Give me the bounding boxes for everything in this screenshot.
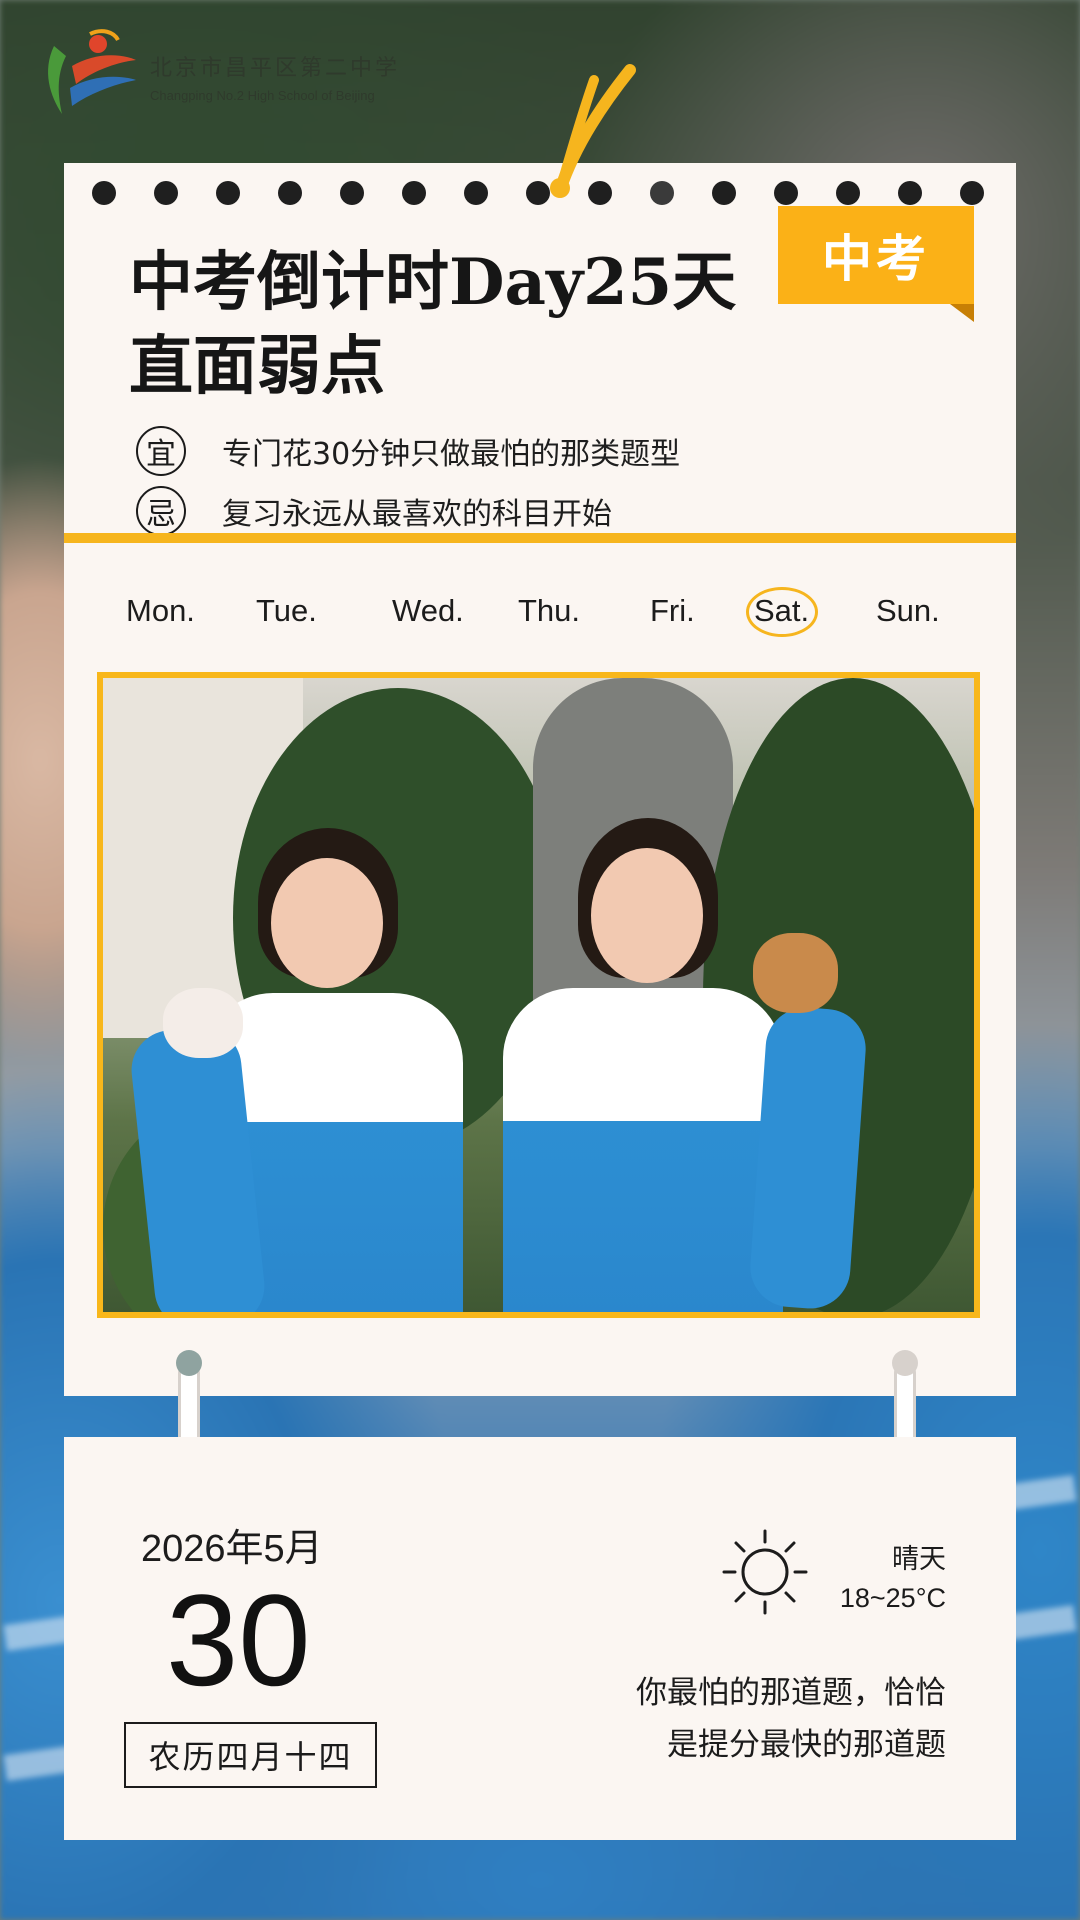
zhongkao-badge: 中考 [778,206,974,304]
school-emblem-icon [48,29,136,114]
student-left [127,828,503,1312]
temperature: 18~25°C [839,1583,946,1613]
title-line-1: 中考倒计时Day25天 [129,245,737,320]
weekday-mon: Mon. [126,593,195,628]
page-title: 中考倒计时Day25天 直面弱点 [129,241,736,409]
binder-ring-left-top [176,1350,202,1376]
weather-label: 晴天 [892,1544,946,1575]
weekday-tue: Tue. [256,593,317,628]
selected-day-circle [746,587,818,637]
weekday-wed: Wed. [392,593,464,628]
calendar-bottom-card: 2026年5月 30 农历四月十四 晴天 18~25°C 你最怕的那道题，恰恰 … [64,1437,1016,1840]
calendar-top-card: 中考倒计时Day25天 直面弱点 宜 专门花30分钟只做最怕的那类题型 忌 复习… [64,163,1016,1396]
lunar-date: 农历四月十四 [124,1722,377,1788]
title-line-2: 直面弱点 [129,329,385,404]
binder-ring-right-top [892,1350,918,1376]
quote-line-2: 是提分最快的那道题 [667,1727,946,1763]
advice-avoid-row: 忌 复习永远从最喜欢的科目开始 [136,486,612,536]
do-text: 专门花30分钟只做最怕的那类题型 [222,437,681,472]
avoid-text: 复习永远从最喜欢的科目开始 [222,497,612,532]
badge-fold [950,304,974,322]
advice-do-row: 宜 专门花30分钟只做最怕的那类题型 [136,426,680,476]
teddy-bear [753,933,838,1013]
avoid-mark: 忌 [136,486,186,536]
weekday-row: Mon. Tue. Wed. Thu. Fri. Sat. Sun. [126,587,956,643]
school-logo: 北京市昌平区第二中学 Changping No.2 High School of… [32,26,432,126]
weekday-fri: Fri. [650,593,695,628]
school-english-name: Changping No.2 High School of Beijing [150,88,375,103]
year-month: 2026年5月 [141,1528,323,1570]
weekday-sat-selected: Sat. [746,587,818,637]
divider-line [64,533,1016,543]
quote-line-1: 你最怕的那道题，恰恰 [636,1675,946,1711]
students-photo [97,672,980,1318]
yellow-pin-icon [550,64,636,198]
school-name: 北京市昌平区第二中学 [150,56,401,81]
do-mark: 宜 [136,426,186,476]
day-number: 30 [166,1567,311,1713]
plush-toy-left [163,988,243,1058]
sun-icon [722,1529,808,1615]
weekday-sun: Sun. [876,593,940,628]
motivational-quote: 你最怕的那道题，恰恰 是提分最快的那道题 [526,1667,946,1771]
weekday-thu: Thu. [518,593,581,628]
student-right [503,818,869,1312]
